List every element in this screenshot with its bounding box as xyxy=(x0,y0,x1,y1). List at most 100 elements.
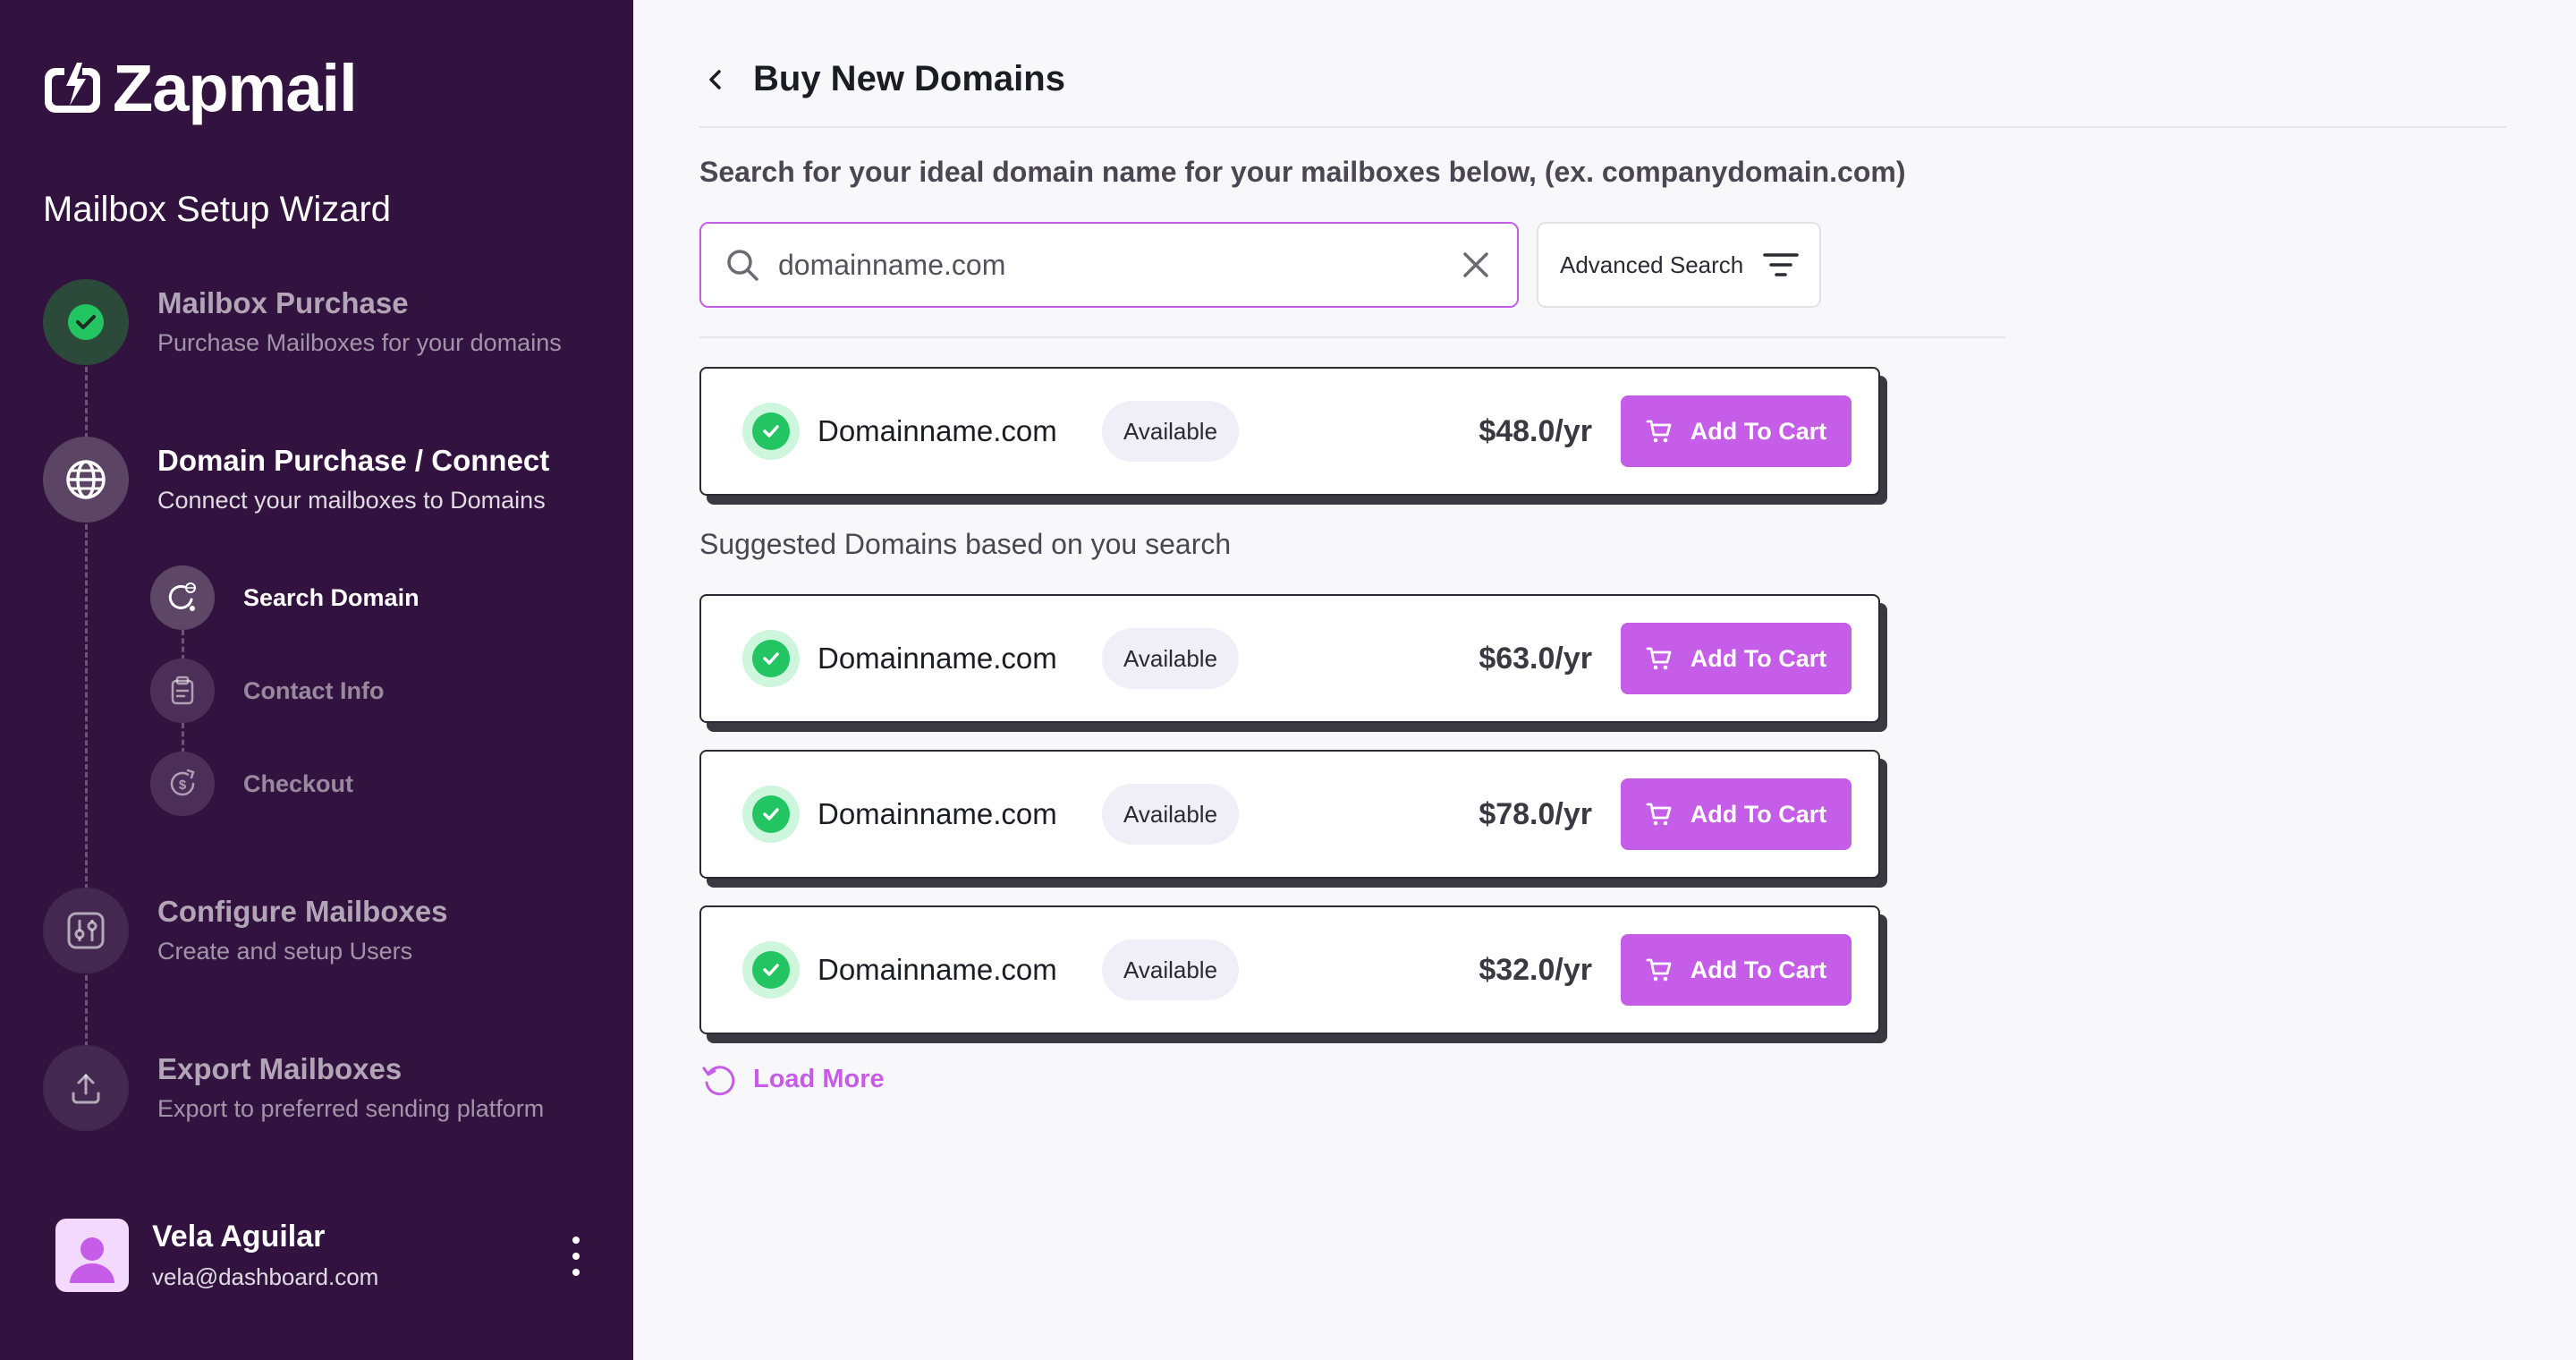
results-divider xyxy=(699,336,2005,338)
user-avatar-icon xyxy=(61,1224,123,1287)
availability-badge: Available xyxy=(1102,401,1240,462)
clipboard-icon xyxy=(171,676,194,705)
availability-badge: Available xyxy=(1102,628,1240,689)
search-icon xyxy=(727,250,758,281)
domain-search-box xyxy=(699,222,1519,308)
user-profile[interactable]: Vela Aguilar vela@dashboard.com xyxy=(55,1219,592,1292)
wizard-step-export-mailboxes[interactable]: Export Mailboxes Export to preferred sen… xyxy=(43,1045,544,1131)
add-to-cart-label: Add To Cart xyxy=(1690,644,1827,672)
substep-label: Search Domain xyxy=(243,583,419,611)
availability-badge: Available xyxy=(1102,784,1240,845)
substep-circle xyxy=(150,659,215,723)
substep-circle: $ xyxy=(150,752,215,816)
wizard-title: Mailbox Setup Wizard xyxy=(43,190,392,229)
substep-checkout[interactable]: $ Checkout xyxy=(150,752,353,816)
substep-circle xyxy=(150,565,215,630)
step-connector xyxy=(85,975,88,1047)
cart-icon xyxy=(1646,803,1672,826)
add-to-cart-label: Add To Cart xyxy=(1690,956,1827,983)
available-check xyxy=(742,630,800,687)
step-status-circle xyxy=(43,279,129,365)
dollar-refresh-icon: $ xyxy=(170,769,195,796)
brand-logo[interactable]: Zapmail xyxy=(43,51,358,125)
user-name: Vela Aguilar xyxy=(152,1220,326,1254)
wizard-step-configure-mailboxes[interactable]: Configure Mailboxes Create and setup Use… xyxy=(43,888,448,973)
cart-icon xyxy=(1646,420,1672,443)
domain-search-input[interactable] xyxy=(778,248,1458,282)
svg-text:$: $ xyxy=(179,778,187,793)
advanced-search-button[interactable]: Advanced Search xyxy=(1537,222,1821,308)
chevron-left-icon xyxy=(709,69,721,89)
step-subtitle: Export to preferred sending platform xyxy=(157,1095,545,1122)
cart-icon xyxy=(1646,958,1672,982)
zapmail-logo-icon xyxy=(45,63,100,113)
step-subtitle: Purchase Mailboxes for your domains xyxy=(157,329,562,356)
header-divider xyxy=(699,126,2506,128)
step-connector xyxy=(85,367,88,438)
upload-icon xyxy=(72,1074,100,1104)
domain-name: Domainname.com xyxy=(818,797,1057,830)
load-more-button[interactable]: Load More xyxy=(701,1061,885,1097)
domain-price: $32.0/yr xyxy=(1479,952,1592,987)
advanced-search-label: Advanced Search xyxy=(1560,251,1744,278)
sliders-icon xyxy=(67,912,105,949)
step-subtitle: Connect your mailboxes to Domains xyxy=(157,487,546,514)
available-check xyxy=(742,403,800,460)
page-title: Buy New Domains xyxy=(753,59,1065,98)
filter-icon xyxy=(1763,253,1799,276)
load-more-label: Load More xyxy=(753,1064,885,1093)
check-icon xyxy=(763,964,779,976)
domain-price: $48.0/yr xyxy=(1479,413,1592,448)
step-title: Domain Purchase / Connect xyxy=(157,444,550,477)
step-title: Mailbox Purchase xyxy=(157,286,409,319)
available-check xyxy=(742,786,800,843)
availability-badge: Available xyxy=(1102,939,1240,1000)
add-to-cart-button[interactable]: Add To Cart xyxy=(1621,395,1852,467)
wizard-step-domain-purchase[interactable]: Domain Purchase / Connect Connect your m… xyxy=(43,437,549,523)
add-to-cart-button[interactable]: Add To Cart xyxy=(1621,934,1852,1006)
sidebar: Zapmail Mailbox Setup Wizard Mailbox Pur… xyxy=(0,0,633,1360)
substep-connector xyxy=(182,630,184,660)
add-to-cart-label: Add To Cart xyxy=(1690,800,1827,828)
main-content: Buy New Domains Search for your ideal do… xyxy=(633,0,2576,1360)
close-icon xyxy=(1463,252,1488,277)
refresh-icon xyxy=(702,1066,735,1096)
check-icon xyxy=(763,425,779,438)
globe-icon xyxy=(66,460,106,499)
domain-price: $78.0/yr xyxy=(1479,796,1592,831)
substep-label: Contact Info xyxy=(243,676,385,704)
more-options-icon[interactable] xyxy=(560,1237,592,1276)
search-instruction: Search for your ideal domain name for yo… xyxy=(699,156,1906,188)
domain-name: Domainname.com xyxy=(818,642,1057,675)
domain-price: $63.0/yr xyxy=(1479,641,1592,676)
add-to-cart-button[interactable]: Add To Cart xyxy=(1621,623,1852,694)
clear-search-button[interactable] xyxy=(1458,247,1494,283)
step-status-circle xyxy=(43,1045,129,1131)
substep-contact-info[interactable]: Contact Info xyxy=(150,659,384,723)
check-icon xyxy=(763,808,779,820)
domain-result-card: Domainname.com Available $48.0/yr Add To… xyxy=(699,367,1880,496)
substep-label: Checkout xyxy=(243,769,354,797)
avatar xyxy=(55,1219,129,1292)
step-title: Export Mailboxes xyxy=(157,1052,402,1085)
suggested-domain-card: Domainname.com Available $78.0/yr Add To… xyxy=(699,750,1880,879)
suggested-domains-title: Suggested Domains based on you search xyxy=(699,528,1232,560)
substep-search-domain[interactable]: Search Domain xyxy=(150,565,419,630)
check-icon xyxy=(68,304,104,340)
available-check xyxy=(742,941,800,999)
suggested-domain-card: Domainname.com Available $63.0/yr Add To… xyxy=(699,594,1880,723)
add-to-cart-button[interactable]: Add To Cart xyxy=(1621,778,1852,850)
domain-name: Domainname.com xyxy=(818,414,1057,447)
brand-name: Zapmail xyxy=(113,51,358,125)
step-status-circle xyxy=(43,888,129,973)
substep-connector xyxy=(182,723,184,753)
user-email: vela@dashboard.com xyxy=(152,1263,379,1290)
cart-icon xyxy=(1646,647,1672,670)
step-subtitle: Create and setup Users xyxy=(157,938,413,965)
add-to-cart-label: Add To Cart xyxy=(1690,417,1827,445)
step-status-circle xyxy=(43,437,129,523)
back-button[interactable] xyxy=(699,64,732,96)
step-connector xyxy=(85,524,88,889)
wizard-step-mailbox-purchase[interactable]: Mailbox Purchase Purchase Mailboxes for … xyxy=(43,279,562,365)
page-header: Buy New Domains xyxy=(699,59,1065,99)
